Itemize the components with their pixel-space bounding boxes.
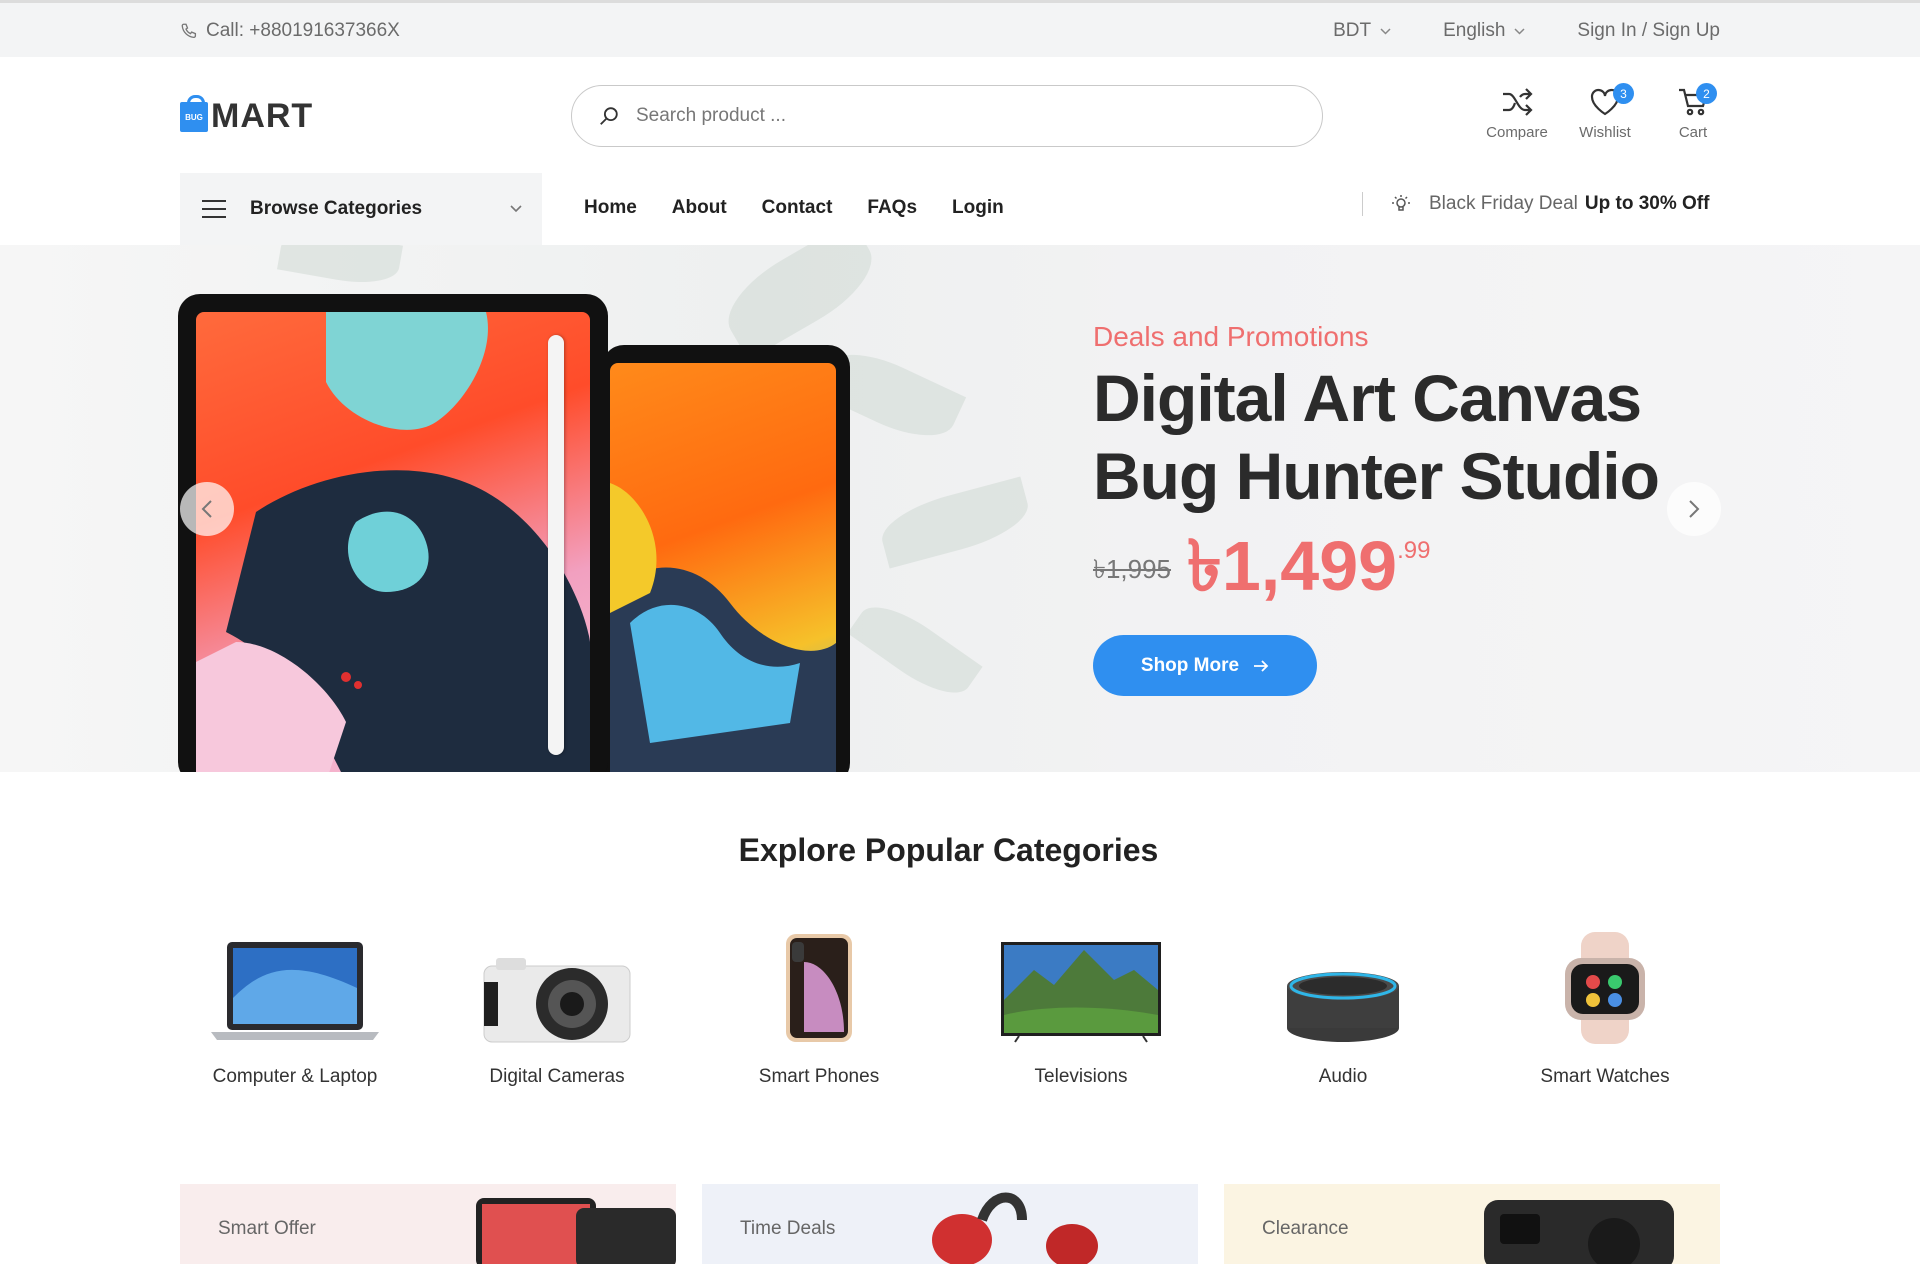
cart-label: Cart [1678, 124, 1708, 141]
nav-contact[interactable]: Contact [762, 197, 833, 219]
camera-icon [467, 928, 647, 1044]
search-icon [598, 105, 620, 127]
sign-in-link[interactable]: Sign In / Sign Up [1577, 20, 1720, 42]
watch-icon [1515, 928, 1695, 1044]
language-select[interactable]: English [1443, 20, 1525, 42]
category-name: Smart Watches [1540, 1066, 1670, 1087]
chevron-down-icon [1380, 27, 1391, 35]
wishlist-button[interactable]: 3 Wishlist [1561, 83, 1649, 141]
shop-more-label: Shop More [1140, 654, 1240, 676]
currency-select[interactable]: BDT [1333, 20, 1391, 42]
header: BUG MART Compare 3 Wishlist 2 Cart [0, 57, 1920, 173]
category-name: Smart Phones [758, 1066, 880, 1087]
black-friday-deal[interactable]: Black Friday Deal Up to 30% Off [1362, 192, 1709, 216]
site-logo[interactable]: BUG MART [180, 94, 314, 136]
cart-badge: 2 [1696, 83, 1717, 104]
wishlist-label: Wishlist [1579, 124, 1631, 141]
categories-heading: Explore Popular Categories [738, 832, 1159, 868]
promo-label: Time Deals [740, 1218, 836, 1239]
browse-categories-button[interactable]: Browse Categories [180, 173, 542, 245]
search-input[interactable] [636, 105, 1236, 127]
top-bar: Call: +880191637366X BDT English Sign In… [0, 0, 1920, 57]
phone-icon [180, 22, 198, 40]
chevron-down-icon [510, 205, 522, 213]
promo-label: Smart Offer [218, 1218, 316, 1239]
leaf-decoration [713, 245, 887, 361]
hero-content: Deals and Promotions Digital Art Canvas … [1093, 321, 1660, 696]
promo-clearance[interactable]: Clearance [1224, 1184, 1720, 1264]
phone-icon [729, 928, 909, 1044]
category-name: Televisions [1034, 1066, 1128, 1087]
currency-value: BDT [1333, 20, 1372, 41]
hero-slider: Deals and Promotions Digital Art Canvas … [0, 245, 1920, 772]
price-cents: .99 [1397, 537, 1431, 564]
phone-text: Call: +880191637366X [206, 20, 400, 41]
hero-title: Digital Art Canvas Bug Hunter Studio [1093, 359, 1660, 515]
logo-bag-icon: BUG [180, 94, 208, 132]
arrow-right-icon [1253, 659, 1269, 672]
leaf-decoration [847, 592, 983, 708]
category-smart-phones[interactable]: Smart Phones [704, 928, 934, 1088]
main-menu: Home About Contact FAQs Login [584, 197, 1004, 219]
action-camera-product-image [1484, 1200, 1674, 1264]
category-digital-cameras[interactable]: Digital Cameras [442, 928, 672, 1088]
search-box[interactable] [571, 85, 1323, 147]
nav-login[interactable]: Login [952, 197, 1004, 219]
category-list: Computer & Laptop Digital Cameras Smart … [180, 928, 1720, 1088]
language-value: English [1443, 20, 1506, 41]
hero-title-line-2: Bug Hunter Studio [1093, 439, 1660, 513]
hero-kicker: Deals and Promotions [1093, 321, 1369, 352]
phone-contact[interactable]: Call: +880191637366X [180, 20, 400, 42]
chevron-left-icon [201, 499, 213, 519]
category-name: Computer & Laptop [212, 1066, 378, 1087]
browse-categories-label: Browse Categories [250, 198, 423, 219]
new-price: ৳1,499 [1187, 527, 1398, 605]
chevron-down-icon [1514, 27, 1525, 35]
slider-next-button[interactable] [1667, 482, 1721, 536]
promo-banners: Smart Offer Time Deals Clearance [180, 1184, 1720, 1264]
shuffle-icon [1500, 87, 1534, 117]
old-price: ৳1,995 [1093, 554, 1172, 584]
promo-smart-offer[interactable]: Smart Offer [180, 1184, 676, 1264]
speaker-icon [1253, 928, 1433, 1044]
category-name: Audio [1318, 1066, 1368, 1087]
deal-text: Black Friday Deal [1429, 193, 1578, 214]
lightbulb-icon [1391, 194, 1411, 214]
cart-button[interactable]: 2 Cart [1649, 83, 1737, 141]
divider [1362, 192, 1363, 216]
promo-label: Clearance [1262, 1218, 1349, 1239]
nav-home[interactable]: Home [584, 197, 637, 219]
tv-icon [991, 928, 1171, 1044]
deal-highlight: Up to 30% Off [1584, 193, 1710, 214]
category-name: Digital Cameras [489, 1066, 625, 1087]
hero-price: ৳1,995 ৳1,499 .99 [1093, 529, 1659, 603]
category-audio[interactable]: Audio [1228, 928, 1458, 1088]
leaf-decoration [875, 476, 1035, 569]
logo-text: MART [211, 97, 314, 135]
tablet-product-image [476, 1198, 676, 1264]
hamburger-icon [202, 200, 226, 218]
category-computer-laptop[interactable]: Computer & Laptop [180, 928, 410, 1088]
logo-badge-text: BUG [185, 112, 203, 122]
hero-title-line-1: Digital Art Canvas [1093, 361, 1642, 435]
wishlist-badge: 3 [1613, 83, 1634, 104]
nav-about[interactable]: About [672, 197, 727, 219]
nav-faqs[interactable]: FAQs [867, 197, 917, 219]
tablet-image-back [602, 345, 850, 772]
category-smart-watches[interactable]: Smart Watches [1490, 928, 1720, 1088]
compare-label: Compare [1486, 124, 1548, 141]
tablet-image-front [178, 294, 608, 772]
main-nav-bar: Browse Categories Home About Contact FAQ… [0, 173, 1920, 245]
promo-time-deals[interactable]: Time Deals [702, 1184, 1198, 1264]
slider-prev-button[interactable] [180, 482, 234, 536]
earbuds-product-image [932, 1192, 1098, 1264]
leaf-decoration [277, 245, 403, 291]
shop-more-button[interactable]: Shop More [1093, 635, 1317, 696]
chevron-right-icon [1688, 499, 1700, 519]
laptop-icon [205, 928, 385, 1044]
compare-button[interactable]: Compare [1473, 87, 1561, 141]
stylus-pencil-image [548, 335, 564, 755]
category-televisions[interactable]: Televisions [966, 928, 1196, 1088]
